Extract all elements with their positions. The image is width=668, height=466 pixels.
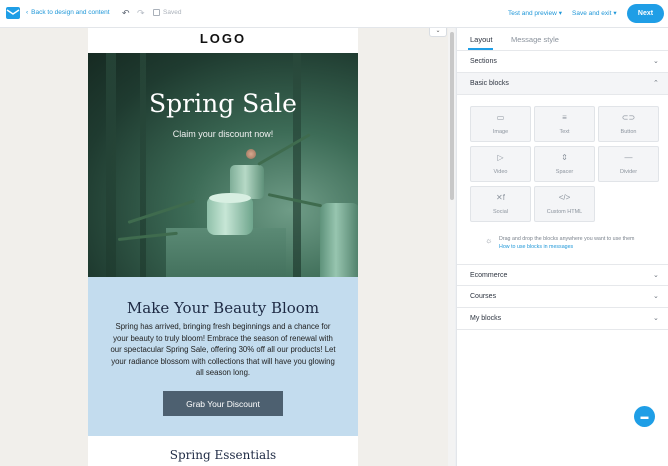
block-label: Video (493, 169, 508, 175)
chevron-down-icon: ▾ (558, 10, 563, 17)
cta-label: Grab Your Discount (186, 398, 260, 409)
chevron-down-icon: ⌄ (653, 315, 659, 322)
text-icon: ≡ (562, 113, 567, 122)
block-label: Custom HTML (546, 209, 583, 215)
background-tree (140, 53, 146, 277)
next-label: Next (637, 10, 654, 17)
block-label: Social (493, 209, 508, 215)
spring-essentials-heading[interactable]: Spring Essentials (88, 448, 358, 462)
background-tree (106, 53, 116, 277)
hero-image-block[interactable]: Spring Sale Claim your discount now! (88, 53, 358, 277)
hint-text: Drag and drop the blocks anywhere you wa… (499, 236, 635, 242)
section-label: Sections (470, 58, 497, 65)
code-icon: </> (558, 193, 571, 202)
section-courses[interactable]: Courses ⌄ (457, 286, 668, 308)
chevron-down-icon: ▾ (613, 10, 617, 17)
saved-label: Saved (163, 9, 182, 16)
chevron-up-icon: ⌃ (653, 80, 659, 87)
promo-body-text[interactable]: Spring has arrived, bringing fresh begin… (110, 321, 336, 379)
test-preview-label: Test and preview (508, 9, 557, 17)
block-custom-html[interactable]: </> Custom HTML (534, 186, 595, 222)
pedestal-shape (166, 228, 286, 277)
how-to-use-blocks-link[interactable]: How to use blocks in messages (499, 244, 573, 250)
block-social[interactable]: ✕f Social (470, 186, 531, 222)
bottle-shape (320, 203, 358, 277)
chevron-down-icon: ⌄ (653, 293, 659, 300)
block-spacer[interactable]: ⇕ Spacer (534, 146, 595, 182)
envelope-logo-icon[interactable] (6, 7, 20, 19)
top-bar: ‹ Back to design and content ↶ ↷ Saved T… (0, 0, 668, 28)
section-my-blocks[interactable]: My blocks ⌄ (457, 308, 668, 330)
block-divider[interactable]: — Divider (598, 146, 659, 182)
test-and-preview-button[interactable]: Test and preview ▾ (508, 9, 563, 18)
section-label: Basic blocks (470, 80, 509, 87)
background-tree (293, 53, 301, 277)
section-sections[interactable]: Sections ⌄ (457, 51, 668, 73)
saved-status: Saved (153, 9, 181, 16)
spacer-icon: ⇕ (561, 153, 568, 162)
flower-shape (246, 149, 256, 159)
redo-icon[interactable]: ↷ (137, 8, 145, 19)
right-panel: Layout Message style Sections ⌄ Basic bl… (456, 28, 668, 466)
email-preview[interactable]: LOGO Spring Sale Claim your discount now… (88, 28, 358, 466)
social-icon: ✕f (496, 193, 505, 202)
block-label: Text (559, 129, 570, 135)
chat-support-button[interactable]: ▬ (634, 406, 655, 427)
tab-message-style[interactable]: Message style (511, 35, 559, 44)
promo-title[interactable]: Make Your Beauty Bloom (88, 299, 358, 317)
cream-jar-lid-shape (209, 193, 251, 203)
save-disk-icon (153, 9, 160, 16)
chat-icon: ▬ (640, 412, 649, 421)
block-button[interactable]: ⊂⊃ Button (598, 106, 659, 142)
block-text[interactable]: ≡ Text (534, 106, 595, 142)
section-label: Courses (470, 293, 497, 300)
hero-subtitle[interactable]: Claim your discount now! (88, 129, 358, 139)
section-ecommerce[interactable]: Ecommerce ⌄ (457, 264, 668, 286)
chevron-down-icon: ⌄ (653, 58, 659, 65)
tab-layout[interactable]: Layout (470, 35, 493, 44)
grab-discount-button[interactable]: Grab Your Discount (163, 391, 283, 416)
block-video[interactable]: ▷ Video (470, 146, 531, 182)
block-label: Image (492, 129, 509, 135)
block-label: Button (620, 129, 637, 135)
promo-block[interactable]: Make Your Beauty Bloom Spring has arrive… (88, 277, 358, 436)
save-and-exit-button[interactable]: Save and exit ▾ (572, 9, 617, 18)
save-exit-label: Save and exit (572, 9, 612, 17)
chevron-left-icon: ‹ (26, 9, 29, 16)
block-label: Spacer (555, 169, 574, 175)
next-button[interactable]: Next (627, 4, 664, 23)
section-label: My blocks (470, 315, 502, 322)
button-icon: ⊂⊃ (621, 113, 636, 122)
lightbulb-icon: ☼ (485, 236, 493, 245)
blocks-hint: Drag and drop the blocks anywhere you wa… (499, 235, 659, 251)
fern-shape (127, 199, 196, 224)
back-to-design-link[interactable]: ‹ Back to design and content (26, 9, 110, 16)
image-icon: ▭ (496, 113, 505, 122)
section-basic-blocks[interactable]: Basic blocks ⌃ (457, 73, 668, 95)
section-label: Ecommerce (470, 272, 508, 279)
email-logo[interactable]: LOGO (88, 31, 358, 46)
back-link-label: Back to design and content (31, 9, 110, 16)
divider-icon: — (624, 153, 633, 162)
hero-title[interactable]: Spring Sale (88, 89, 358, 118)
block-image[interactable]: ▭ Image (470, 106, 531, 142)
block-label: Divider (619, 169, 638, 175)
canvas-scrollbar-thumb[interactable] (450, 32, 454, 200)
chevron-down-icon: ⌄ (653, 272, 659, 279)
video-icon: ▷ (497, 153, 504, 162)
collapse-toggle-chevron-icon[interactable]: ⌄ (429, 28, 447, 37)
undo-icon[interactable]: ↶ (122, 8, 130, 19)
